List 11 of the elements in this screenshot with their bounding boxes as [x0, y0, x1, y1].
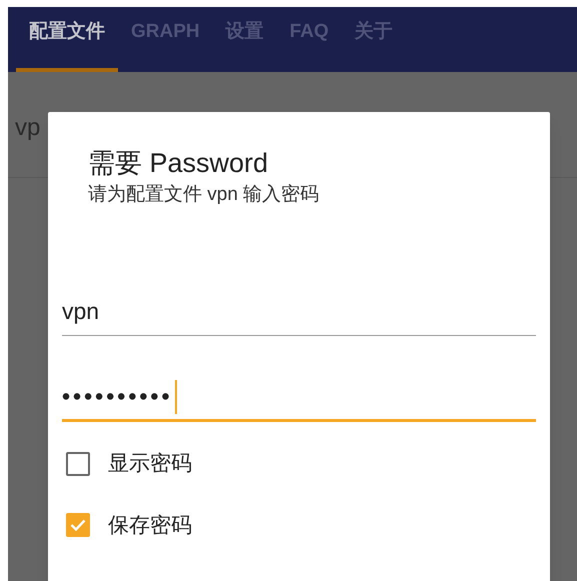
username-field[interactable]: vpn: [62, 288, 536, 336]
checkbox[interactable]: [66, 452, 90, 476]
dialog-title: 需要 Password: [88, 147, 270, 180]
dialog-message: 请为配置文件 vpn 输入密码: [88, 183, 320, 207]
checkbox-row[interactable]: 显示密码: [66, 448, 532, 480]
check-icon: [70, 519, 86, 532]
checkbox-row[interactable]: 保存密码: [66, 510, 532, 541]
profile-name: vp: [15, 114, 40, 141]
password-field[interactable]: ••••••••••: [62, 374, 536, 422]
tab[interactable]: 配置文件: [16, 7, 118, 72]
checkbox[interactable]: [66, 513, 90, 538]
